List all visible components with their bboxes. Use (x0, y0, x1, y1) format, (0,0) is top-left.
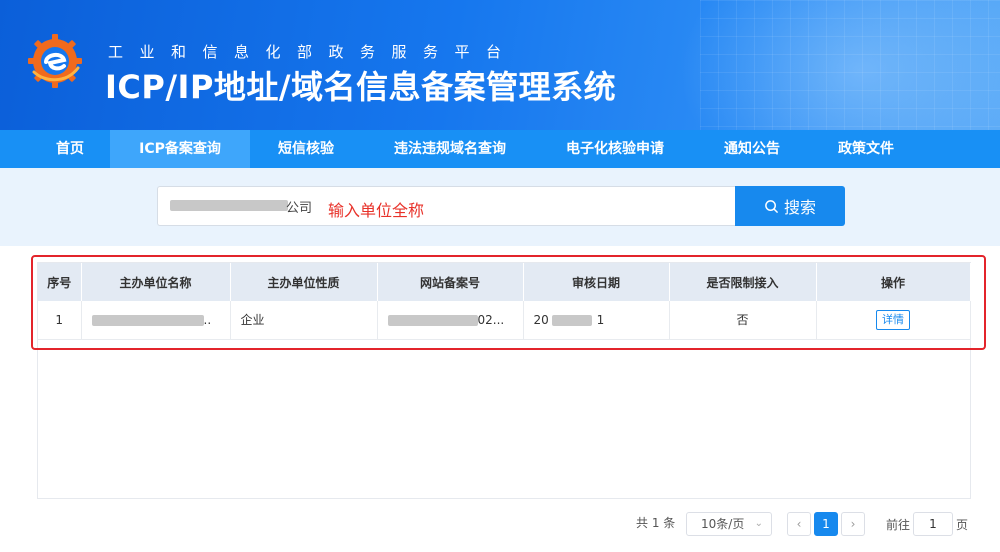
header-subtitle: 工业和信息化部政务服务平台 (108, 43, 518, 61)
ministry-logo-icon[interactable] (26, 32, 84, 90)
page-root: 工业和信息化部政务服务平台 ICP/IP地址/域名信息备案管理系统 首页 ICP… (0, 0, 1000, 552)
header-grid-pattern (700, 0, 1000, 130)
cell-index: 1 (38, 301, 82, 340)
redacted-text (387, 315, 478, 326)
cell-record-no-text: 02... (477, 312, 505, 327)
nav-item-e-verify[interactable]: 电子化核验申请 (538, 130, 692, 168)
nav-item-home[interactable]: 首页 (30, 130, 110, 168)
cell-org-name-text: .. (203, 312, 212, 327)
chevron-right-icon: › (850, 517, 856, 531)
col-header-org-name: 主办单位名称 (81, 263, 231, 301)
main-nav: 首页 ICP备案查询 短信核验 违法违规域名查询 电子化核验申请 通知公告 政策… (0, 130, 1000, 168)
prev-page-button[interactable]: ‹ (787, 512, 811, 536)
search-box[interactable]: 输入单位全称 (157, 186, 735, 226)
col-header-index: 序号 (38, 263, 82, 301)
search-hint: 输入单位全称 (328, 201, 425, 220)
search-area: 输入单位全称 搜索 (0, 168, 1000, 246)
nav-item-icp-query[interactable]: ICP备案查询 (110, 130, 250, 168)
detail-button[interactable]: 详情 (876, 309, 910, 330)
redacted-text (170, 200, 288, 211)
results-panel: 序号 主办单位名称 主办单位性质 网站备案号 审核日期 是否限制接入 操作 1 … (37, 262, 971, 499)
next-page-button[interactable]: › (841, 512, 865, 536)
col-header-action: 操作 (816, 263, 971, 301)
chevron-down-icon: ⌄ (754, 518, 763, 529)
page-size-value: 10条/页 (701, 517, 745, 531)
results-table: 序号 主办单位名称 主办单位性质 网站备案号 审核日期 是否限制接入 操作 1 … (38, 263, 971, 340)
goto-suffix: 页 (956, 518, 969, 532)
col-header-record-no: 网站备案号 (377, 263, 524, 301)
search-icon (765, 199, 778, 213)
search-button[interactable]: 搜索 (735, 186, 845, 226)
redacted-text (91, 315, 204, 326)
redacted-text (551, 315, 592, 326)
goto-page-input[interactable] (913, 512, 953, 536)
cell-restricted: 否 (669, 301, 817, 340)
nav-item-illegal-domain[interactable]: 违法违规域名查询 (362, 130, 538, 168)
pager-total: 共 1 条 (636, 516, 676, 530)
search-input[interactable] (286, 196, 326, 216)
header-title: ICP/IP地址/域名信息备案管理系统 (105, 68, 617, 106)
nav-item-sms-verify[interactable]: 短信核验 (250, 130, 362, 168)
table-row[interactable]: 1 .. 企业 02... 20 1 否 详情 (38, 301, 971, 340)
page-size-select[interactable]: 10条/页 ⌄ (686, 512, 772, 536)
cell-review-date: 20 1 (523, 301, 670, 340)
cell-record-no: 02... (377, 301, 524, 340)
cell-org-name: .. (81, 301, 231, 340)
nav-item-policy[interactable]: 政策文件 (812, 130, 920, 168)
site-header: 工业和信息化部政务服务平台 ICP/IP地址/域名信息备案管理系统 (0, 0, 1000, 130)
page-number-button[interactable]: 1 (814, 512, 838, 536)
table-header-row: 序号 主办单位名称 主办单位性质 网站备案号 审核日期 是否限制接入 操作 (38, 263, 971, 301)
col-header-org-type: 主办单位性质 (230, 263, 378, 301)
goto-label: 前往 (886, 518, 911, 532)
search-button-label: 搜索 (783, 198, 816, 217)
cell-org-type: 企业 (230, 301, 378, 340)
col-header-review-date: 审核日期 (523, 263, 670, 301)
cell-review-date-start: 20 (533, 312, 549, 327)
cell-action: 详情 (816, 301, 971, 340)
nav-item-notice[interactable]: 通知公告 (692, 130, 812, 168)
chevron-left-icon: ‹ (796, 517, 802, 531)
cell-review-date-end: 1 (596, 312, 605, 327)
col-header-restricted: 是否限制接入 (669, 263, 817, 301)
